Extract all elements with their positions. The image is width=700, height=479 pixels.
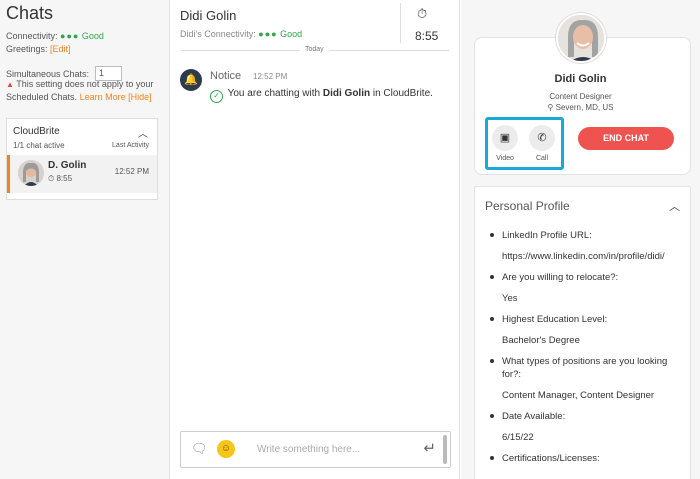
composer-scrollbar[interactable] [443,435,447,464]
notice-message-prefix: You are chatting with [227,88,321,99]
send-enter-icon[interactable]: ↵ [423,439,436,457]
chevron-up-icon[interactable]: ︿ [138,125,148,140]
learn-more-link[interactable]: Learn More [80,92,126,102]
hide-link[interactable]: [Hide] [128,92,152,102]
profile-location: ⚲ Severn, MD, US [461,103,700,112]
warning-icon: ▲ [6,80,14,89]
connectivity-row: Connectivity: ●●● Good [6,31,104,41]
stopwatch-icon: ⏱ [48,174,55,183]
signal-dots-icon: ●●● [60,31,80,41]
connectivity-label: Connectivity: [6,31,58,41]
profile-question: Are you willing to relocate?: [490,271,685,284]
linkedin-profile-link[interactable]: https://www.linkedin.com/in/profile/didi… [490,250,685,263]
chat-duration: 8:55 [415,29,439,43]
check-circle-icon: ✓ [210,90,223,103]
signal-dots-icon: ●●● [258,29,278,39]
personal-profile-list: LinkedIn Profile URL: https://www.linkedi… [490,229,685,473]
visitor-profile-panel: Didi Golin Content Designer ⚲ Severn, MD… [461,0,700,479]
visitor-connectivity-label: Didi's Connectivity: [180,29,256,39]
chat-group-active-count: 1/1 chat active [13,141,65,150]
notice-time: 12:52 PM [253,72,288,81]
notice-message-name: Didi Golin [322,88,371,99]
chat-conversation: Didi Golin Didi's Connectivity: ●●● Good… [171,0,460,479]
profile-location-text: Severn, MD, US [555,103,614,112]
profile-answer: Content Manager, Content Designer [502,390,655,401]
connectivity-status: Good [81,31,104,41]
canned-messages-icon[interactable]: 🗨 [191,441,208,457]
chat-contact-name: D. Golin [48,160,87,171]
sidebar-title: Chats [6,3,54,23]
message-composer: 🗨 ☺ Write something here... ↵ [180,431,451,468]
video-button[interactable]: ▣ [492,125,518,151]
media-controls-highlight: ▣ Video ✆ Call [485,117,564,170]
video-label: Video [496,155,514,162]
greetings-row: Greetings: [Edit] [6,44,71,54]
stopwatch-icon: ⏱ [417,6,428,21]
profile-answer: Yes [502,293,518,304]
profile-question: Certifications/Licenses: [490,452,685,465]
profile-role: Content Designer [549,92,612,101]
visitor-connectivity: Didi's Connectivity: ●●● Good [180,29,302,39]
chat-timer: ⏱ 8:55 [48,174,72,184]
end-chat-button[interactable]: END CHAT [578,127,674,150]
profile-answer: 6/15/22 [502,432,534,443]
visitor-connectivity-status: Good [280,29,303,39]
simultaneous-label: Simultaneous Chats: [6,68,90,79]
phone-icon: ✆ [537,132,547,144]
call-button[interactable]: ✆ [529,125,555,151]
scheduled-warning: ▲ This setting does not apply to your Sc… [6,78,166,103]
video-chat-icon: ▣ [499,132,511,144]
profile-answer: Bachelor's Degree [502,335,580,346]
last-activity-label: Last Activity [112,142,149,149]
avatar [18,160,44,186]
chat-time: 12:52 PM [114,167,149,176]
call-label: Call [535,155,549,162]
profile-question: Date Available: [490,410,685,423]
profile-name: Didi Golin [554,73,607,85]
chat-list-item[interactable]: D. Golin ⏱ 8:55 12:52 PM [7,155,157,193]
chat-timer-value: 8:55 [56,174,73,183]
greetings-edit-link[interactable]: [Edit] [50,44,71,54]
notice-title: Notice [210,70,242,82]
avatar [556,13,606,63]
personal-profile-title: Personal Profile [485,199,570,213]
location-pin-icon: ⚲ [547,103,554,112]
notice-message-suffix: in CloudBrite. [372,88,433,99]
profile-question: What types of positions are you looking … [490,355,685,381]
bell-icon: 🔔 [180,69,202,91]
message-input[interactable]: Write something here... [257,444,360,455]
emoji-icon[interactable]: ☺ [217,440,235,458]
personal-profile-card: Personal Profile ︿ LinkedIn Profile URL:… [474,186,691,479]
chats-sidebar: Chats Connectivity: ●●● Good Greetings: … [0,0,170,479]
greetings-label: Greetings: [6,44,48,54]
date-divider-label: Today [300,46,329,53]
chevron-up-icon[interactable]: ︿ [669,198,680,214]
chat-group-name: CloudBrite [13,126,60,137]
chat-group-card: CloudBrite ︿ 1/1 chat active Last Activi… [6,118,158,200]
header-divider [400,3,401,43]
profile-question: Highest Education Level: [490,313,685,326]
chat-header-name: Didi Golin [180,8,237,23]
notice-message: ✓ You are chatting with Didi Golin in Cl… [210,87,450,103]
profile-question: LinkedIn Profile URL: [490,229,685,242]
